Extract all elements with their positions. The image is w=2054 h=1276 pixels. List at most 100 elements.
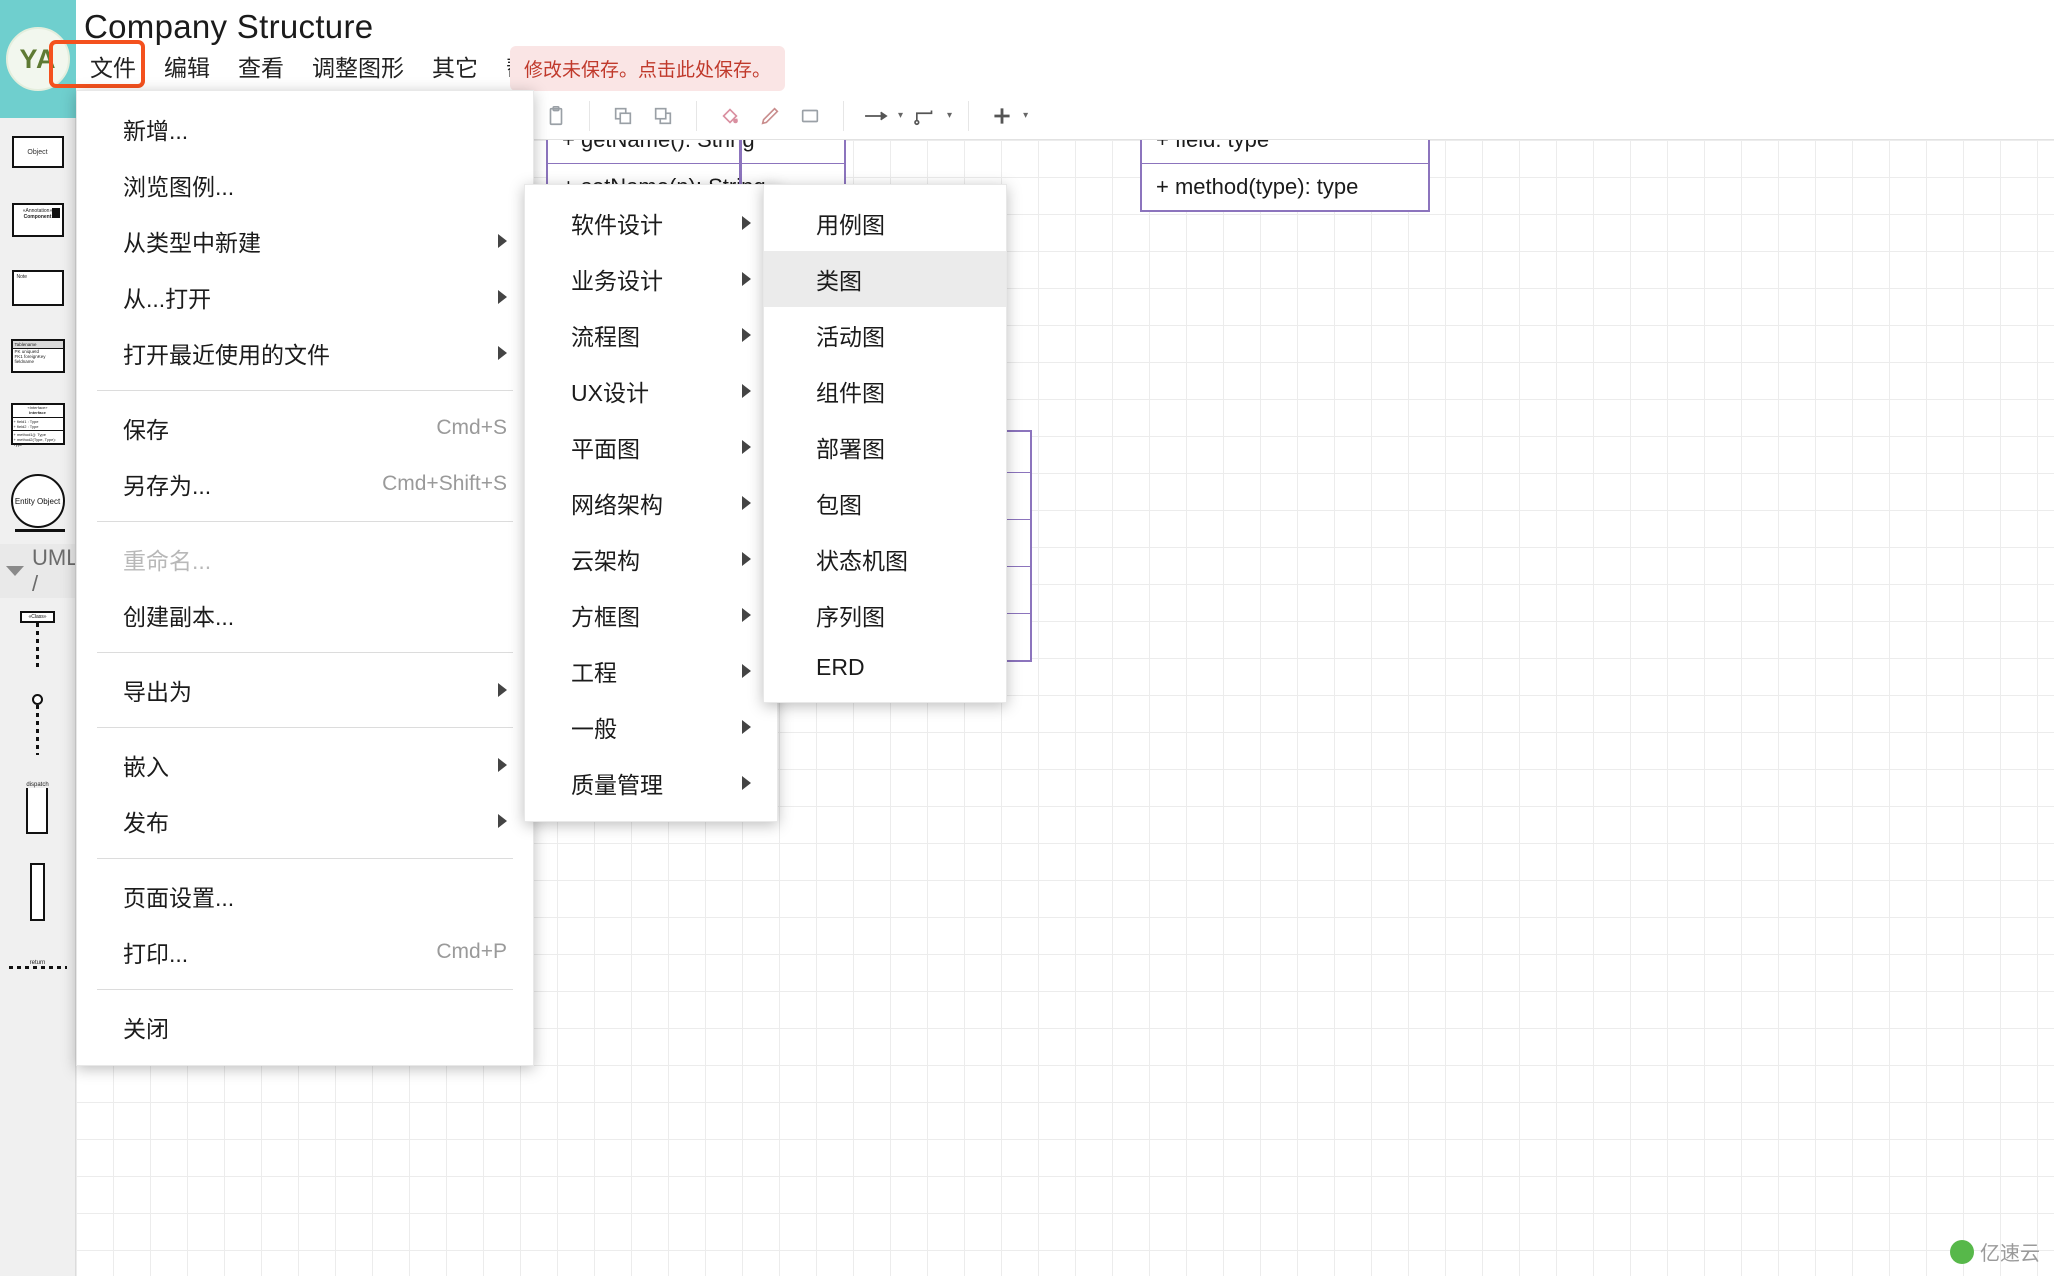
- menu-item-label: 保存: [123, 417, 169, 443]
- menu-item-print[interactable]: 打印... Cmd+P: [77, 924, 533, 980]
- menu-separator: [97, 652, 513, 653]
- submenu-item-package-diagram[interactable]: 包图: [764, 475, 1006, 531]
- submenu-item-cloud-architecture[interactable]: 云架构: [525, 531, 777, 587]
- page-title[interactable]: Company Structure: [84, 8, 373, 46]
- submenu-item-engineering[interactable]: 工程: [525, 643, 777, 699]
- menu-separator: [97, 989, 513, 990]
- menu-item-new-from-type[interactable]: 从类型中新建: [77, 213, 533, 269]
- fill-color-icon[interactable]: [713, 101, 747, 131]
- chevron-down-icon: [6, 566, 24, 576]
- watermark: 亿速云: [1950, 1237, 2040, 1266]
- menu-item-label: 新增...: [123, 118, 189, 144]
- menubar-item-arrange[interactable]: 调整图形: [298, 43, 418, 89]
- submenu-item-general[interactable]: 一般: [525, 699, 777, 755]
- menu-item-label: 包图: [816, 492, 862, 518]
- software-design-submenu[interactable]: 用例图 类图 活动图 组件图 部署图 包图 状态机图 序列图 ERD: [763, 184, 1007, 703]
- shape-style-icon[interactable]: [793, 101, 827, 131]
- send-to-back-icon[interactable]: [646, 101, 680, 131]
- file-menu[interactable]: 新增... 浏览图例... 从类型中新建 从...打开 打开最近使用的文件 保存…: [76, 90, 534, 1066]
- menu-item-duplicate[interactable]: 创建副本...: [77, 587, 533, 643]
- menu-item-page-setup[interactable]: 页面设置...: [77, 868, 533, 924]
- avatar[interactable]: YA: [0, 0, 76, 118]
- palette-item-table[interactable]: Tablename PK uniqueId FK1 foreignKey fie…: [0, 322, 75, 390]
- menu-item-label: 页面设置...: [123, 885, 235, 911]
- menu-item-label: 流程图: [571, 324, 640, 350]
- submenu-item-erd[interactable]: ERD: [764, 643, 1006, 692]
- submenu-item-block-diagram[interactable]: 方框图: [525, 587, 777, 643]
- submenu-item-deployment-diagram[interactable]: 部署图: [764, 419, 1006, 475]
- shape-palette[interactable]: Object «Annotation» Component Note Table…: [0, 118, 76, 1276]
- submenu-item-use-case-diagram[interactable]: 用例图: [764, 195, 1006, 251]
- new-from-type-submenu[interactable]: 软件设计 业务设计 流程图 UX设计 平面图 网络架构 云架构 方框图 工程 一…: [524, 184, 778, 822]
- chevron-down-icon[interactable]: ▾: [1023, 110, 1028, 121]
- unsaved-changes-banner[interactable]: 修改未保存。点击此处保存。: [510, 46, 786, 91]
- paste-icon[interactable]: [539, 101, 573, 131]
- chevron-right-icon: [498, 346, 507, 360]
- submenu-item-state-machine-diagram[interactable]: 状态机图: [764, 531, 1006, 587]
- menu-item-label: 平面图: [571, 436, 640, 462]
- menu-item-close[interactable]: 关闭: [77, 999, 533, 1055]
- submenu-item-business-design[interactable]: 业务设计: [525, 251, 777, 307]
- submenu-item-flowchart[interactable]: 流程图: [525, 307, 777, 363]
- submenu-item-software-design[interactable]: 软件设计: [525, 195, 777, 251]
- palette-connector-dispatch[interactable]: dispatch: [0, 766, 75, 850]
- palette-connector-return[interactable]: return: [0, 934, 75, 994]
- menu-item-label: 工程: [571, 660, 617, 686]
- menu-separator: [97, 858, 513, 859]
- menubar-item-view[interactable]: 查看: [224, 43, 298, 89]
- submenu-item-component-diagram[interactable]: 组件图: [764, 363, 1006, 419]
- menu-item-open-from[interactable]: 从...打开: [77, 269, 533, 325]
- submenu-item-class-diagram[interactable]: 类图: [764, 251, 1006, 307]
- toolbar-group-order: [589, 100, 696, 131]
- menubar-item-edit[interactable]: 编辑: [150, 43, 224, 89]
- palette-connector-lifeline[interactable]: «Class»: [0, 598, 75, 682]
- plus-icon[interactable]: [985, 101, 1019, 131]
- menu-item-label: 打印...: [123, 941, 189, 967]
- menu-item-publish[interactable]: 发布: [77, 793, 533, 849]
- submenu-item-quality-management[interactable]: 质量管理: [525, 755, 777, 811]
- menu-item-export-as[interactable]: 导出为: [77, 662, 533, 718]
- menubar-item-file[interactable]: 文件: [76, 43, 150, 89]
- menu-item-new[interactable]: 新增...: [77, 101, 533, 157]
- submenu-item-floor-plan[interactable]: 平面图: [525, 419, 777, 475]
- connector-straight-icon[interactable]: [860, 101, 894, 131]
- submenu-item-activity-diagram[interactable]: 活动图: [764, 307, 1006, 363]
- chevron-down-icon[interactable]: ▾: [947, 110, 952, 121]
- palette-connector-activation[interactable]: [0, 850, 75, 934]
- menu-item-browse-templates[interactable]: 浏览图例...: [77, 157, 533, 213]
- menu-item-save[interactable]: 保存 Cmd+S: [77, 400, 533, 456]
- menu-item-open-recent[interactable]: 打开最近使用的文件: [77, 325, 533, 381]
- palette-item-interface[interactable]: «Interface» Interface + field1 : Type + …: [0, 390, 75, 458]
- menu-item-label: 发布: [123, 810, 169, 836]
- bring-to-front-icon[interactable]: [606, 101, 640, 131]
- watermark-badge-icon: [1950, 1239, 1974, 1264]
- menu-item-embed[interactable]: 嵌入: [77, 737, 533, 793]
- palette-item-note[interactable]: Note: [0, 254, 75, 322]
- palette-item-object[interactable]: Object: [0, 118, 75, 186]
- toolbar[interactable]: ▾ ▾ ▾: [505, 92, 2054, 140]
- submenu-item-sequence-diagram[interactable]: 序列图: [764, 587, 1006, 643]
- interface-title: «Interface» Interface: [12, 405, 63, 418]
- menubar-item-other[interactable]: 其它: [418, 43, 492, 89]
- connector-orthogonal-icon[interactable]: [909, 101, 943, 131]
- submenu-item-network-architecture[interactable]: 网络架构: [525, 475, 777, 531]
- menu-item-save-as[interactable]: 另存为... Cmd+Shift+S: [77, 456, 533, 512]
- menubar[interactable]: 文件 编辑 查看 调整图形 其它 帮助: [76, 43, 566, 89]
- line-color-icon[interactable]: [753, 101, 787, 131]
- palette-section-uml[interactable]: UML /: [0, 544, 75, 598]
- menu-item-label: 活动图: [816, 324, 885, 350]
- chevron-right-icon: [742, 384, 751, 398]
- submenu-item-ux-design[interactable]: UX设计: [525, 363, 777, 419]
- menu-item-label: 云架构: [571, 548, 640, 574]
- palette-item-entity-object[interactable]: Entity Object: [0, 458, 75, 544]
- menu-item-label: 关闭: [123, 1016, 169, 1042]
- chevron-right-icon: [742, 216, 751, 230]
- menu-separator: [97, 521, 513, 522]
- palette-item-component[interactable]: «Annotation» Component: [0, 186, 75, 254]
- interface-fields: + field1 : Type + field2 : Type: [12, 418, 63, 431]
- object-shape: Object: [11, 136, 64, 168]
- menu-item-label: 部署图: [816, 436, 885, 462]
- palette-connector-boundary[interactable]: [0, 682, 75, 766]
- menu-item-label: 另存为...: [123, 473, 212, 499]
- chevron-down-icon[interactable]: ▾: [898, 110, 903, 121]
